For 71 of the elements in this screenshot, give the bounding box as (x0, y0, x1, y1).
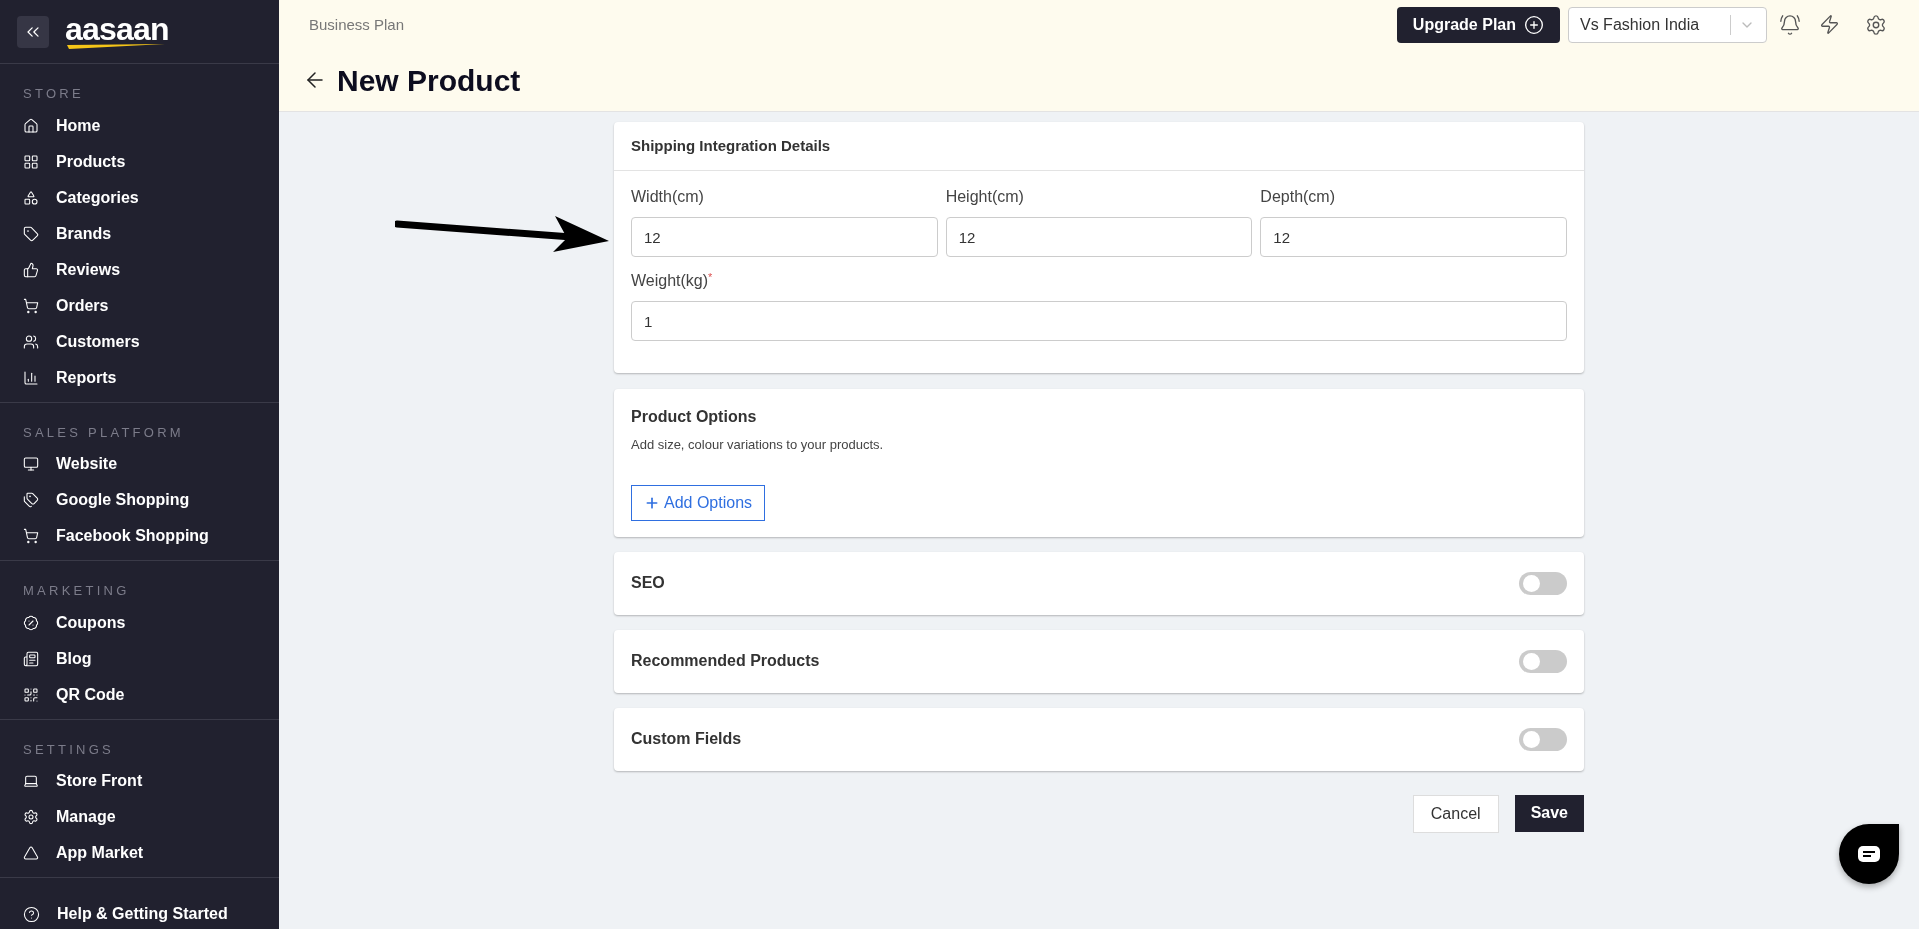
sidebar-item[interactable]: Categories (0, 179, 279, 216)
shapes-icon (23, 189, 39, 206)
bell-icon[interactable] (1779, 13, 1801, 36)
sidebar-item[interactable]: Website (0, 446, 279, 482)
input-field[interactable]: 12 (631, 217, 938, 257)
collapse-button[interactable] (17, 15, 49, 48)
toggle-switch[interactable] (1519, 649, 1567, 673)
section-label: SALES PLATFORM (22, 423, 185, 442)
sidebar-item[interactable]: Reports (0, 359, 279, 396)
qr-code-icon (23, 686, 39, 703)
input-field[interactable]: 12 (945, 217, 1253, 257)
card-title: Product Options (631, 407, 757, 427)
upgrade-plan-button[interactable]: Upgrade Plan (1396, 6, 1560, 43)
sidebar-item[interactable]: Reviews (0, 251, 279, 288)
card-title: Recommended Products (631, 651, 820, 671)
plan-label: Business Plan (309, 14, 405, 35)
sidebar-item[interactable]: QR Code (0, 676, 279, 713)
sidebar-item[interactable]: Brands (0, 215, 279, 252)
input-field[interactable]: 1 (631, 301, 1567, 341)
field-label: Weight(kg)$^{*}$ (631, 269, 714, 291)
save-button[interactable]: Save (1514, 794, 1584, 832)
toggle-switch[interactable] (1519, 571, 1567, 595)
logo: aasaan (65, 14, 169, 44)
sidebar-item[interactable]: Blog (0, 640, 279, 677)
cancel-button[interactable]: Cancel (1412, 794, 1499, 833)
badge-percent-icon (23, 614, 39, 631)
section-label: SETTINGS (22, 740, 115, 759)
page-title: New Product (337, 62, 521, 99)
users-icon (23, 333, 39, 350)
sidebar-item[interactable]: Customers (0, 323, 279, 360)
help-link[interactable]: Help & Getting Started (0, 896, 279, 929)
sidebar-item[interactable]: App Market (0, 835, 279, 871)
store-select[interactable]: Vs Fashion India (1568, 6, 1767, 43)
grid-icon (23, 153, 39, 170)
field-label: Height(cm) (945, 187, 1025, 207)
sidebar-item[interactable]: Manage (0, 799, 279, 835)
toggle-switch[interactable] (1519, 727, 1567, 751)
document-icon (23, 650, 39, 667)
thumbs-up-icon (23, 261, 39, 278)
add-options-button[interactable]: Add Options (631, 484, 766, 521)
card-title: SEO (631, 573, 665, 593)
section-label: MARKETING (22, 582, 131, 600)
card-title: Shipping Integration Details (614, 122, 1584, 171)
settings-icon (23, 809, 39, 825)
settings-icon[interactable] (1865, 13, 1887, 36)
tag-icon (23, 225, 39, 242)
sidebar-item[interactable]: Store Front (0, 763, 279, 799)
home-icon (23, 117, 39, 134)
field-label: Depth(cm) (1260, 187, 1336, 207)
laptop-icon (23, 773, 39, 789)
bar-chart-icon (23, 369, 39, 386)
lightning-icon[interactable] (1819, 14, 1840, 36)
chat-icon (1857, 845, 1881, 863)
card-title: Custom Fields (631, 729, 742, 749)
monitor-icon (23, 456, 39, 472)
sidebar-item[interactable]: Products (0, 143, 279, 180)
card-description: Add size, colour variations to your products. (631, 436, 884, 454)
sidebar-item[interactable]: Facebook Shopping (0, 518, 279, 554)
field-label: Width(cm) (631, 187, 705, 207)
input-field[interactable]: 12 (1260, 217, 1567, 257)
chat-button[interactable] (1839, 824, 1899, 884)
sidebar-item[interactable]: Orders (0, 287, 279, 324)
plus-circle-icon (1524, 14, 1544, 35)
section-label: STORE (22, 85, 85, 103)
sidebar-item[interactable]: Google Shopping (0, 482, 279, 518)
cart-icon (23, 528, 39, 544)
sidebar-item[interactable]: Home (0, 107, 279, 144)
help-icon (23, 905, 40, 923)
sidebar-item[interactable]: Coupons (0, 604, 279, 641)
cart-icon (23, 297, 39, 314)
tag-icon (23, 492, 39, 508)
